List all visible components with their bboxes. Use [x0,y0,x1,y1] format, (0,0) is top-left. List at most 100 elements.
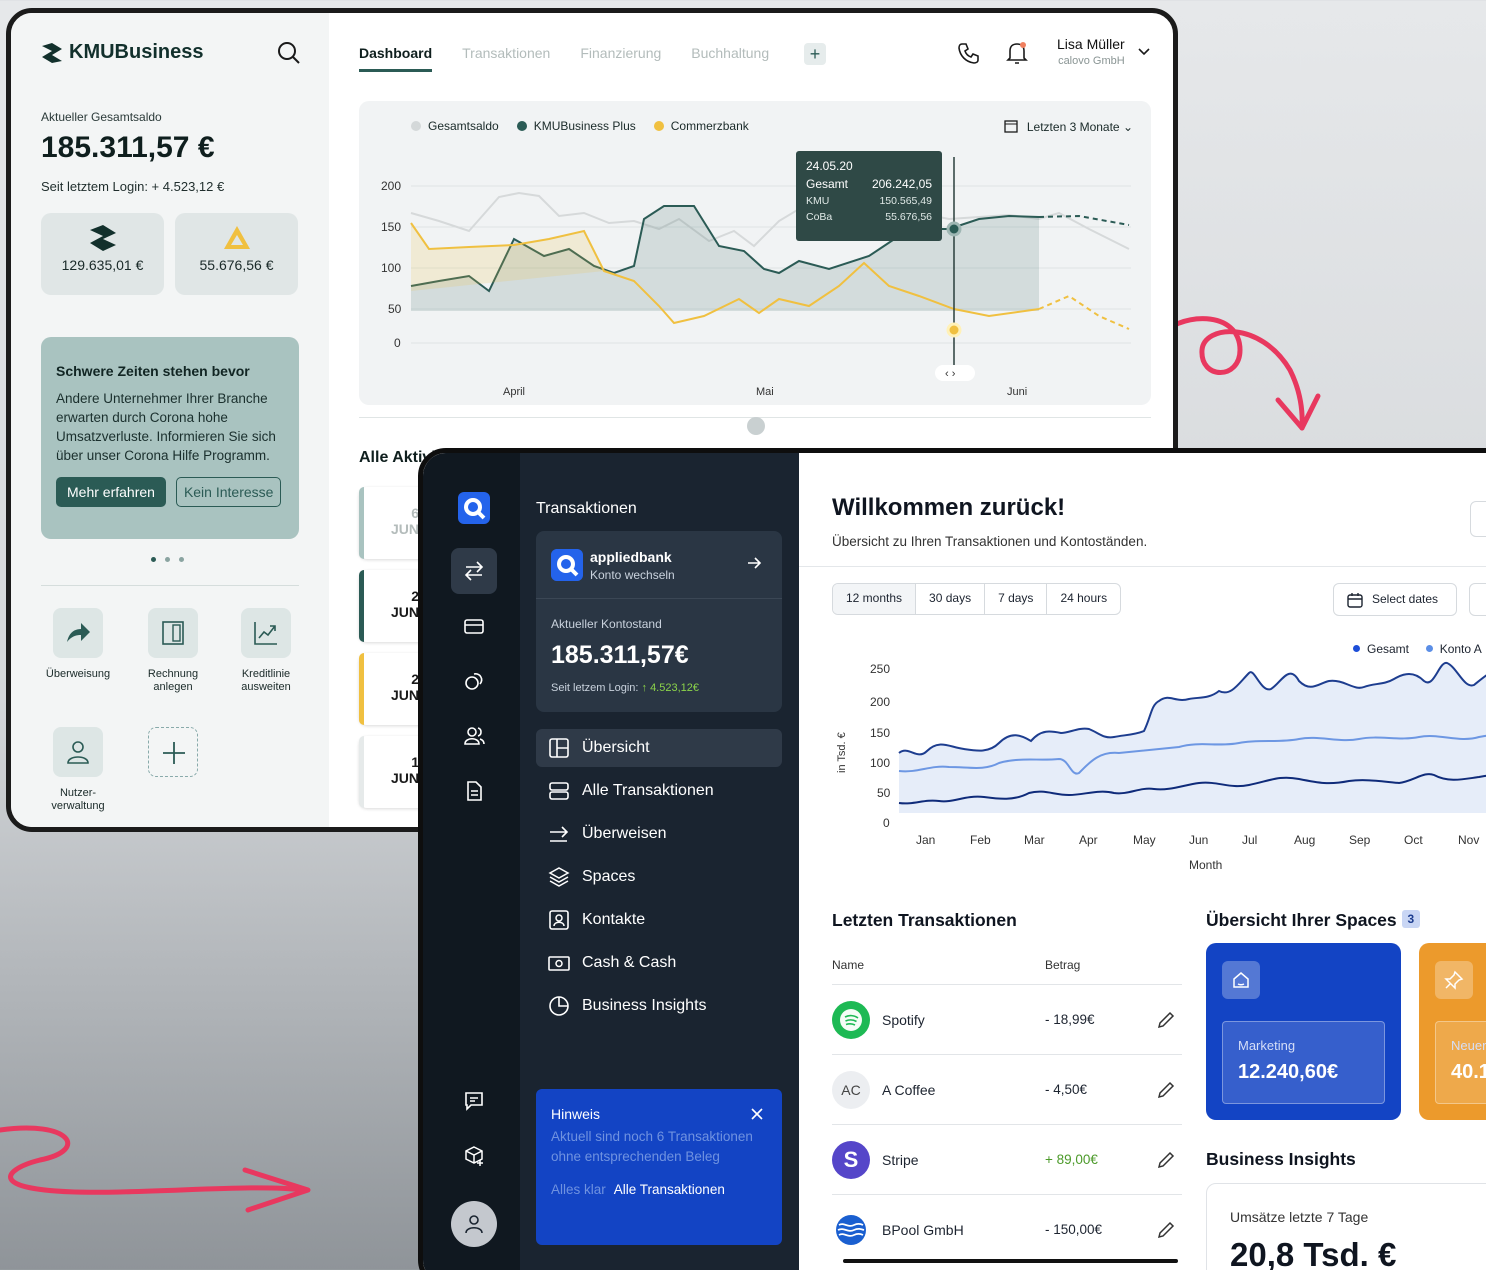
user-icon [465,1215,483,1234]
activity-date-card[interactable]: 2 JUN [359,653,425,725]
range-selector: 12 months 30 days 7 days 24 hours [832,583,1122,615]
phone-icon[interactable] [957,41,981,65]
since-login: Seit letztem Login: + 4.523,12 € [41,179,225,194]
rail-contacts[interactable] [451,713,497,759]
switch-account-label: Konto wechseln [590,568,675,582]
balance-chart: Gesamtsaldo KMUBusiness Plus Commerzbank… [359,101,1151,405]
list-icon [549,782,569,800]
rail-transactions[interactable] [451,548,497,594]
range-12-months[interactable]: 12 months [833,584,916,614]
promo-text: Andere Unternehmer Ihrer Branche erwarte… [56,391,276,463]
account-switcher[interactable]: appliedbank Konto wechseln [536,531,782,599]
app-logo[interactable] [451,485,497,531]
insight-card[interactable]: Umsätze letzte 7 Tage 20,8 Tsd. € [1206,1183,1486,1270]
y-tick: 100 [381,261,401,275]
home-indicator [843,1259,1178,1263]
select-dates-button[interactable]: Select dates [1333,583,1457,616]
rail-spaces[interactable] [451,658,497,704]
table-row[interactable]: AC A Coffee - 4,50€ [832,1054,1182,1124]
nav-cash[interactable]: Cash & Cash [536,944,782,982]
coins-icon [465,673,483,690]
swoosh-arrow-icon [0,1125,311,1213]
transfer-action[interactable]: Überweisung [38,608,118,681]
close-icon[interactable] [750,1107,764,1121]
avatar[interactable] [451,1201,497,1247]
tab-buchhaltung[interactable]: Buchhaltung [691,45,769,72]
arrow-right-icon[interactable] [746,555,762,571]
edit-icon[interactable] [1156,1150,1176,1170]
range-7-days[interactable]: 7 days [984,584,1046,614]
y-axis-label: in Tsd. € [836,732,848,773]
tab-dashboard[interactable]: Dashboard [359,45,433,72]
tab-transaktionen[interactable]: Transaktionen [462,45,550,72]
create-invoice-action[interactable]: Rechnung anlegen [133,608,213,694]
package-add-icon [465,1146,483,1166]
rail-add-package[interactable] [451,1133,497,1179]
nav-spaces[interactable]: Spaces [536,858,782,896]
account-card-kmu[interactable]: 129.635,01 € [41,213,164,295]
space-card-marketing[interactable]: Marketing 12.240,60€ [1206,943,1401,1120]
edit-icon[interactable] [1156,1080,1176,1100]
activity-date-card[interactable]: 1 JUN [359,736,425,808]
rail-chat[interactable] [451,1078,497,1124]
credit-line-action[interactable]: Kreditlinie ausweiten [226,608,306,694]
account-card-commerzbank[interactable]: 55.676,56 € [175,213,298,295]
all-transactions-link[interactable]: Alle Transaktionen [614,1182,725,1197]
space-card-neuer[interactable]: Neuer 40.1 [1419,943,1486,1120]
user-management-action[interactable]: Nutzer-verwaltung [38,727,118,813]
table-row[interactable]: Spotify - 18,99€ [832,984,1182,1054]
chevron-down-icon[interactable] [1137,47,1151,57]
y-tick: 200 [870,695,890,709]
tooltip-row: KMU 150.565,49 [806,195,932,207]
account-amount: 55.676,56 € [199,257,274,273]
nav-uebersicht[interactable]: Übersicht [536,729,782,767]
pin-icon [1435,961,1473,999]
activity-date-card[interactable]: 6 JUN [359,487,425,559]
space-name: Neuer [1451,1038,1486,1053]
panel-title: Transaktionen [536,500,637,517]
month-label: Feb [970,833,991,847]
range-24-hours[interactable]: 24 hours [1046,584,1120,614]
user-menu[interactable]: Lisa Müller calovo GmbH [1057,36,1125,67]
carousel-dots[interactable] [151,557,184,562]
y-tick: 200 [381,179,401,193]
appliedbank-logo-icon [458,492,490,524]
learn-more-button[interactable]: Mehr erfahren [56,477,166,507]
nav-alle-transaktionen[interactable]: Alle Transaktionen [536,772,782,810]
chart-plot: 200 150 100 50 0 April Mai Juni ‹ › [381,157,1131,398]
table-row[interactable]: S Stripe + 89,00€ [832,1124,1182,1194]
no-interest-button[interactable]: Kein Interesse [175,477,282,507]
edit-icon[interactable] [1156,1220,1176,1240]
search-icon[interactable] [277,41,301,65]
since-login: Seit letzem Login: ↑ 4.523,12€ [551,682,699,694]
y-tick: 50 [877,786,891,800]
range-30-days[interactable]: 30 days [915,584,984,614]
layout-icon [549,738,569,758]
edit-icon[interactable] [1156,1010,1176,1030]
home-icon [1222,961,1260,999]
nav-business-insights[interactable]: Business Insights [536,987,782,1025]
user-company: calovo GmbH [1058,55,1125,67]
tab-finanzierung[interactable]: Finanzierung [580,45,661,72]
table-row[interactable]: BPool GmbH - 150,00€ [832,1194,1182,1264]
filter-button[interactable] [1469,583,1486,616]
brand-logo: KMUBusiness [41,41,203,64]
month-label: May [1133,833,1156,847]
bell-icon[interactable] [1005,40,1029,66]
nav-ueberweisen[interactable]: Überweisen [536,815,782,853]
activity-date-card[interactable]: 2 JUN [359,570,425,642]
header-button[interactable] [1470,501,1486,537]
dismiss-link[interactable]: Alles klar [551,1182,606,1197]
rail-cards[interactable] [451,603,497,649]
hint-title: Hinweis [551,1106,601,1122]
resize-handle[interactable] [747,417,765,435]
chart-tooltip: 24.05.20 Gesamt 206.242,05 KMU 150.565,49 … [796,151,942,241]
divider [799,566,1486,567]
nav-kontakte[interactable]: Kontakte [536,901,782,939]
month-label: Oct [1404,833,1423,847]
y-tick: 0 [883,816,890,830]
add-tab-button[interactable]: + [804,43,826,65]
y-tick: 50 [388,302,402,316]
add-action[interactable] [133,727,213,787]
rail-documents[interactable] [451,768,497,814]
